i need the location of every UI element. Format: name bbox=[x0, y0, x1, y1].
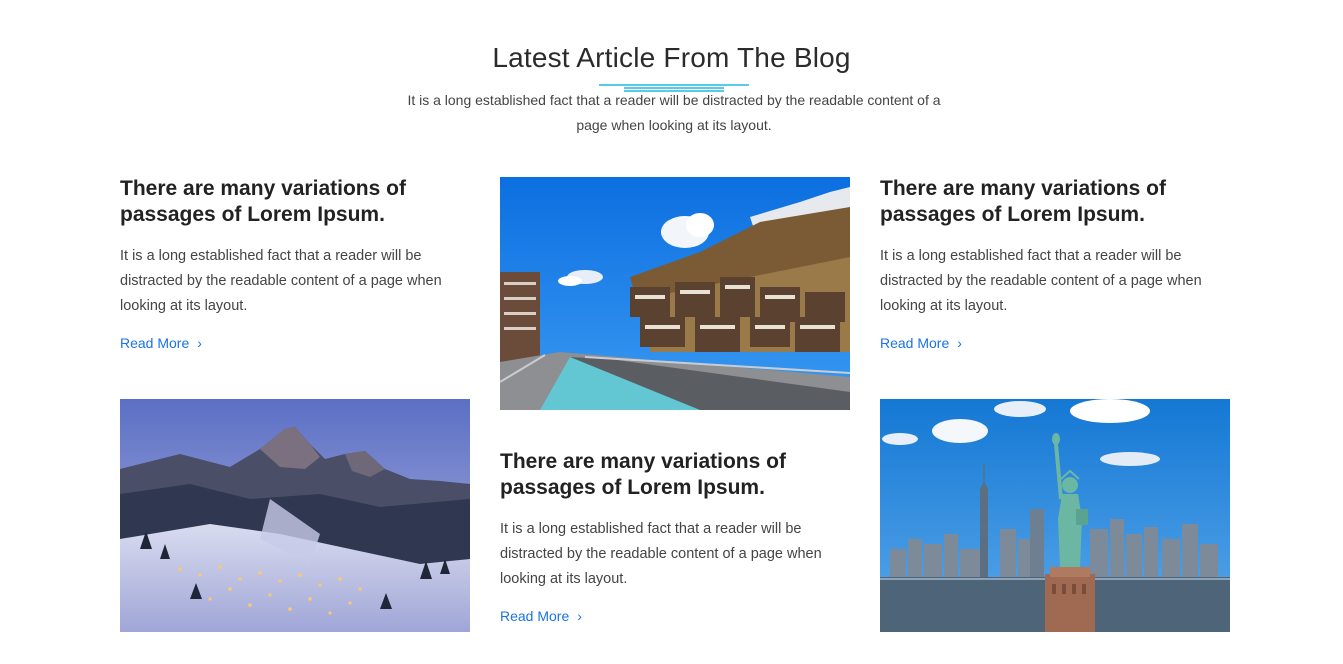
article-title[interactable]: There are many variations of passages of… bbox=[500, 449, 850, 501]
article-title[interactable]: There are many variations of passages of… bbox=[880, 176, 1230, 228]
article-card-3: There are many variations of passages of… bbox=[880, 176, 1230, 353]
read-more-label: Read More bbox=[500, 608, 570, 624]
read-more-label: Read More bbox=[880, 335, 950, 351]
read-more-link[interactable]: Read More › bbox=[500, 608, 582, 624]
read-more-link[interactable]: Read More › bbox=[120, 335, 202, 351]
snowy-mountain-village-photo[interactable] bbox=[120, 399, 470, 632]
article-excerpt: It is a long established fact that a rea… bbox=[880, 248, 1202, 314]
chevron-right-icon: › bbox=[197, 335, 202, 351]
article-excerpt: It is a long established fact that a rea… bbox=[500, 521, 822, 587]
read-more-link[interactable]: Read More › bbox=[880, 335, 962, 351]
read-more-label: Read More bbox=[120, 335, 190, 351]
chevron-right-icon: › bbox=[577, 608, 582, 624]
article-excerpt: It is a long established fact that a rea… bbox=[120, 248, 442, 314]
alpine-village-river-photo[interactable] bbox=[500, 177, 850, 410]
section-subtitle: It is a long established fact that a rea… bbox=[407, 92, 941, 133]
statue-of-liberty-photo[interactable] bbox=[880, 399, 1230, 632]
article-card-1: There are many variations of passages of… bbox=[120, 176, 470, 353]
chevron-right-icon: › bbox=[957, 335, 962, 351]
article-card-2: There are many variations of passages of… bbox=[500, 449, 850, 626]
article-title[interactable]: There are many variations of passages of… bbox=[120, 176, 470, 228]
section-title: Latest Article From The Blog bbox=[492, 42, 851, 73]
